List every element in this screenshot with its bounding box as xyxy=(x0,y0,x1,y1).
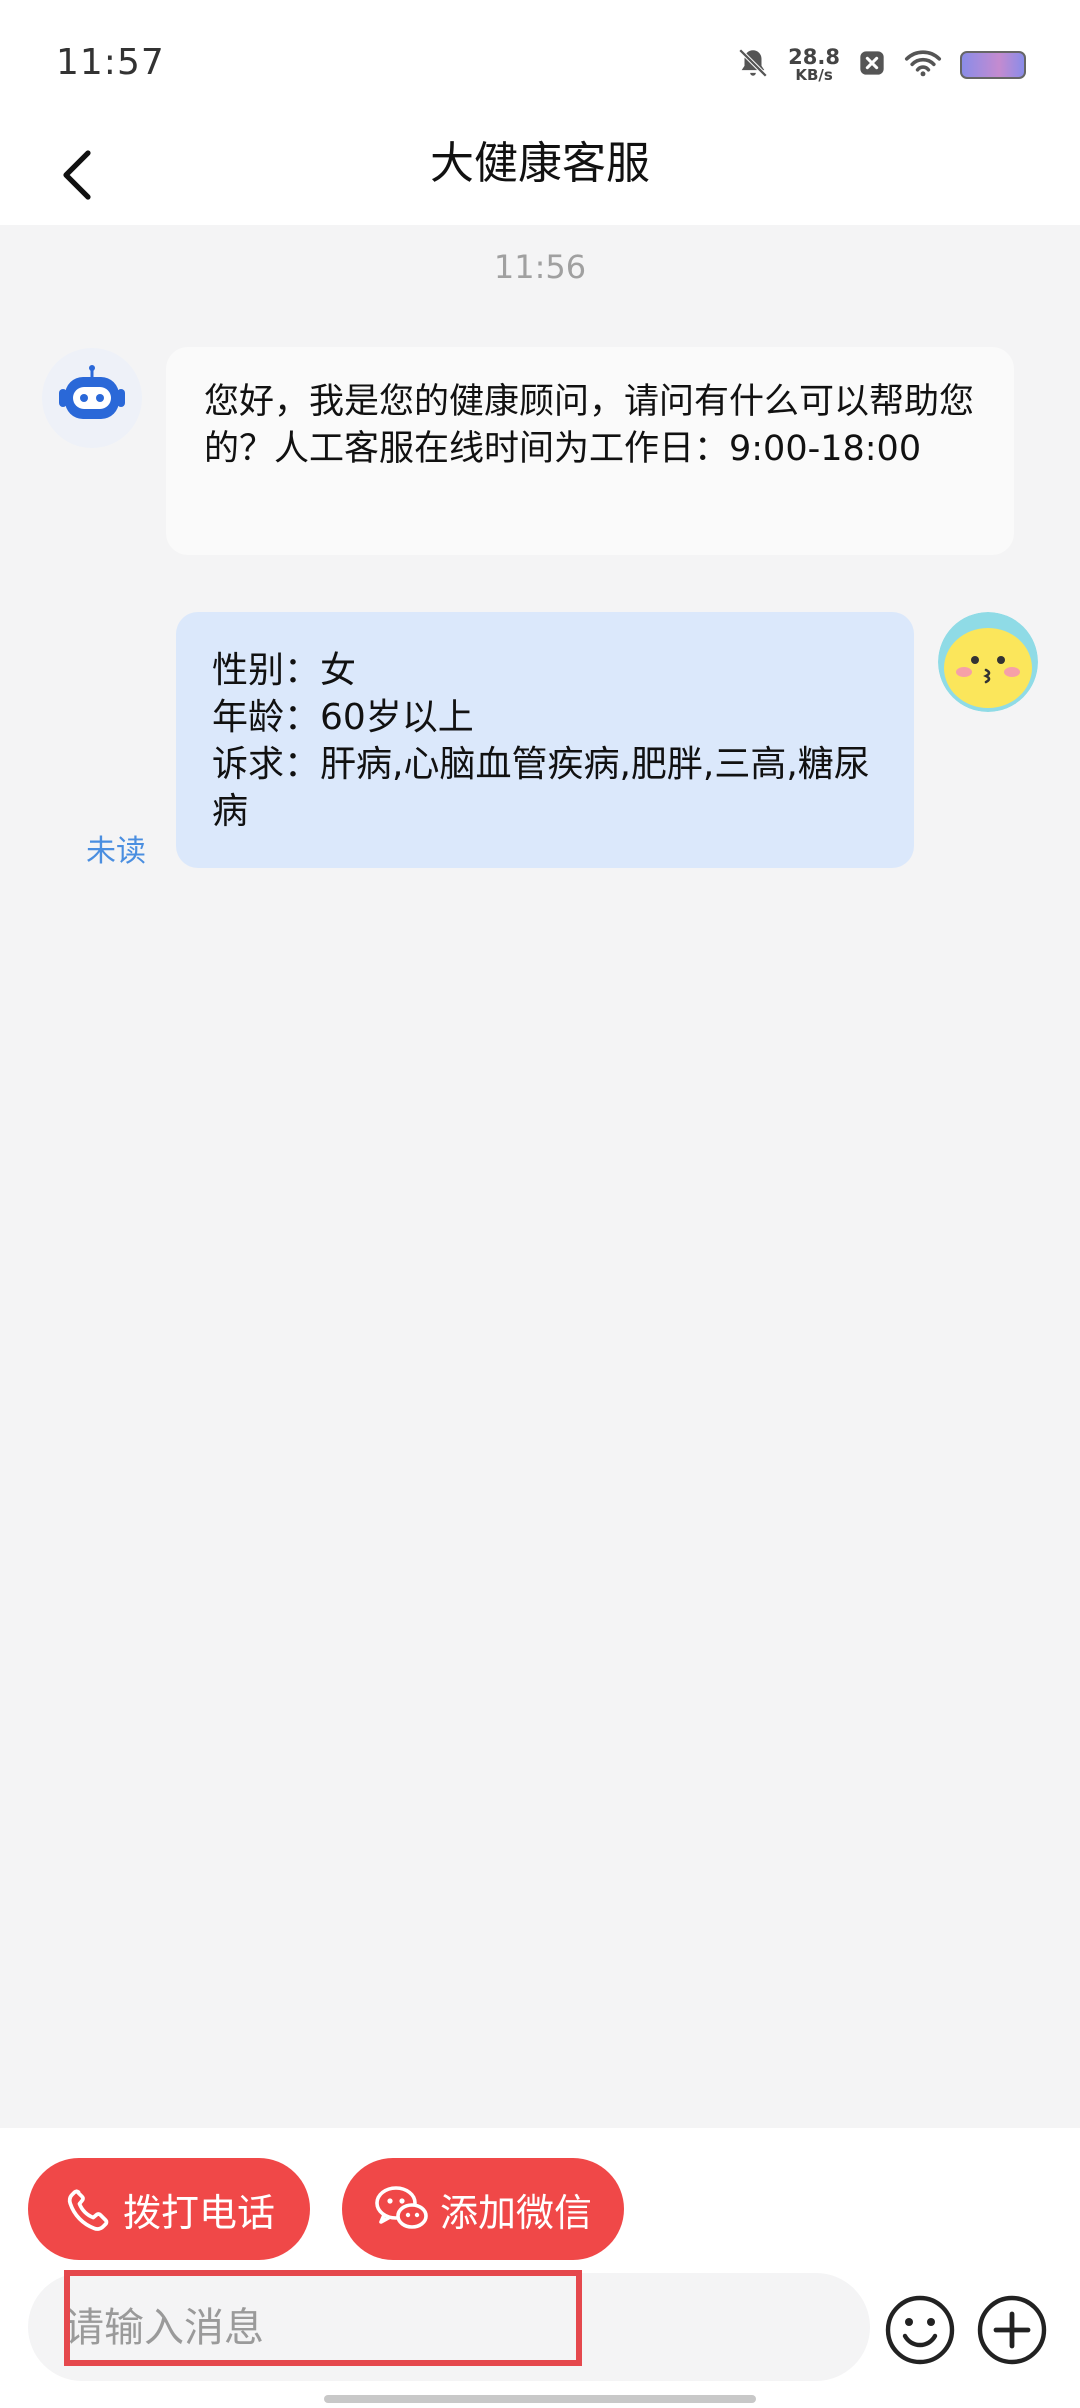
phone-icon xyxy=(67,2189,109,2231)
message-input[interactable] xyxy=(62,2273,846,2383)
status-icons: 28.8 KB/s xyxy=(736,40,1026,90)
more-options-button[interactable] xyxy=(976,2294,1048,2366)
close-badge-icon xyxy=(858,49,886,81)
bell-muted-icon xyxy=(736,46,770,84)
bot-message-text: 您好，我是您的健康顾问，请问有什么可以帮助您的？人工客服在线时间为工作日：9:0… xyxy=(204,382,975,469)
message-input-container xyxy=(28,2273,870,2383)
wechat-icon xyxy=(375,2186,428,2229)
robot-icon xyxy=(59,365,125,419)
add-wechat-button[interactable]: 添加微信 xyxy=(342,2158,624,2260)
bot-message-bubble: 您好，我是您的健康顾问，请问有什么可以帮助您的？人工客服在线时间为工作日：9:0… xyxy=(166,347,1014,555)
chat-timestamp: 11:56 xyxy=(493,248,587,286)
net-speed: 28.8 KB/s xyxy=(788,47,840,83)
user-message-line: 年龄：60岁以上 xyxy=(212,697,474,738)
call-button[interactable]: 拨打电话 xyxy=(28,2158,310,2260)
net-speed-unit: KB/s xyxy=(795,66,833,84)
plus-circle-icon xyxy=(977,2295,1047,2365)
chevron-left-icon xyxy=(63,150,91,200)
wifi-icon xyxy=(904,48,942,82)
call-button-label: 拨打电话 xyxy=(122,2190,275,2235)
kissing-face-avatar xyxy=(938,612,1038,712)
status-bar: 11:57 28.8 KB/s xyxy=(0,0,1080,125)
back-button[interactable] xyxy=(38,135,118,215)
emoji-button[interactable] xyxy=(884,2294,956,2366)
home-indicator[interactable] xyxy=(324,2395,756,2403)
smiley-icon xyxy=(885,2295,955,2365)
nav-bar: 大健康客服 xyxy=(0,125,1080,225)
add-wechat-button-label: 添加微信 xyxy=(439,2190,592,2235)
user-message-bubble: 性别：女 年龄：60岁以上 诉求：肝病,心脑血管疾病,肥胖,三高,糖尿病 xyxy=(176,612,914,868)
bot-avatar[interactable] xyxy=(42,348,142,448)
user-avatar[interactable] xyxy=(938,612,1038,712)
battery-icon xyxy=(960,51,1026,79)
user-message-line: 性别：女 xyxy=(212,650,357,691)
net-speed-value: 28.8 xyxy=(788,45,840,69)
status-time: 11:57 xyxy=(56,42,165,83)
unread-status: 未读 xyxy=(86,834,146,869)
user-message-line: 诉求：肝病,心脑血管疾病,肥胖,三高,糖尿病 xyxy=(212,744,870,832)
page-title: 大健康客服 xyxy=(430,138,650,189)
